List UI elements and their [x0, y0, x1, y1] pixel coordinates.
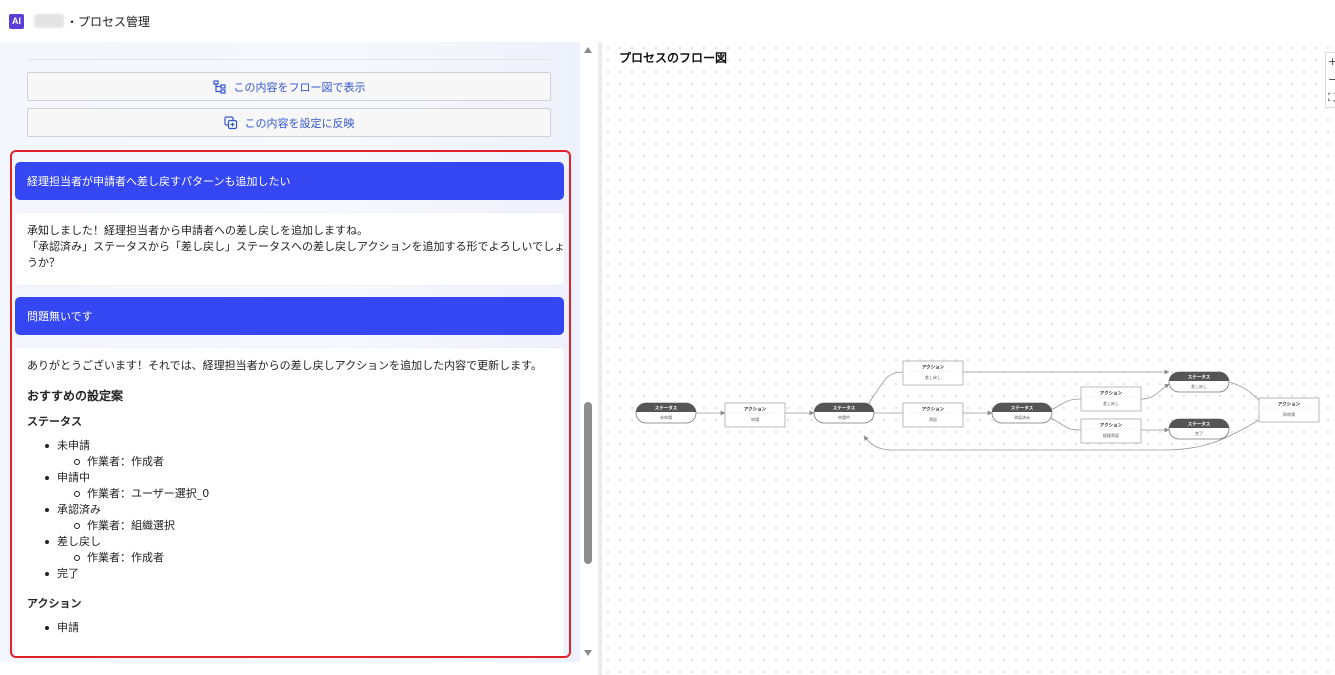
status-name: 差し戻し — [57, 535, 101, 548]
apply-settings-label: この内容を設定に反映 — [244, 116, 355, 130]
status-node-label: 申請中 — [838, 414, 850, 420]
action-node-label: 再申請 — [1283, 411, 1295, 417]
flow-edge — [1050, 398, 1082, 411]
status-node-header: ステータス — [833, 405, 856, 412]
copy-plus-icon — [223, 115, 238, 130]
chat-panel: この内容をフロー図で表示 この内容を設定に反映 経理担当者が申請者へ差し戻すパタ… — [0, 42, 580, 662]
status-list: 未申請 作業者：作成者 申請中 作業者：ユーザー選択_0 承認済み 作業者：組織… — [27, 438, 552, 582]
status-node[interactable]: ステータス完了 — [1168, 418, 1230, 440]
status-node-header: ステータス — [1011, 405, 1034, 412]
app-header: AI ・プロセス管理 — [0, 0, 1335, 42]
status-node[interactable]: ステータス承認済み — [991, 402, 1053, 424]
action-node-label: 差し戻し — [1103, 400, 1119, 406]
action-node-header: アクション — [922, 406, 945, 413]
status-node-label: 差し戻し — [1191, 383, 1207, 389]
status-item: 完了 — [45, 566, 552, 582]
status-node-header: ステータス — [1188, 421, 1211, 428]
chat-scrollbar[interactable] — [580, 42, 596, 662]
scroll-down-arrow-icon[interactable] — [584, 650, 592, 656]
status-node-header: ステータス — [655, 405, 678, 412]
blurred-app-name — [34, 14, 64, 28]
show-flow-button[interactable]: この内容をフロー図で表示 — [27, 72, 551, 101]
action-node[interactable]: アクション申請 — [724, 402, 786, 428]
action-heading: アクション — [27, 597, 82, 610]
status-name: 完了 — [57, 567, 79, 580]
status-name: 未申請 — [57, 439, 90, 452]
action-node-header: アクション — [1100, 422, 1123, 429]
status-item: 差し戻し — [45, 534, 552, 550]
status-name: 申請中 — [57, 471, 90, 484]
action-node[interactable]: アクション再申請 — [1258, 397, 1320, 423]
action-node-label: 申請 — [751, 416, 759, 422]
action-item: 申請 — [45, 620, 552, 636]
flow-edge — [866, 371, 904, 407]
status-node[interactable]: ステータス未申請 — [635, 402, 697, 424]
flow-chart-icon — [212, 79, 227, 94]
action-node-label: 経理承認 — [1103, 432, 1119, 438]
action-node-header: アクション — [1278, 401, 1301, 408]
show-flow-label: この内容をフロー図で表示 — [233, 80, 366, 94]
assistant-message: ありがとうございます！それでは、経理担当者からの差し戻しアクションを追加した内容… — [15, 348, 564, 656]
status-heading: ステータス — [27, 415, 82, 428]
action-node-header: アクション — [744, 406, 767, 413]
status-worker: 作業者：ユーザー選択_0 — [45, 486, 552, 502]
assistant-message: 承知しました！経理担当者から申請者への差し戻しを追加しますね。 「承認済み」ステ… — [15, 213, 566, 285]
status-worker: 作業者：作成者 — [45, 550, 552, 566]
action-name: 申請 — [57, 621, 79, 634]
action-list: 申請 — [27, 620, 552, 636]
status-node-header: ステータス — [1188, 374, 1211, 381]
status-worker: 作業者：作成者 — [45, 454, 552, 470]
status-node-label: 未申請 — [660, 414, 672, 420]
flow-panel: プロセスのフロー図 + − ⛶ ステータス 未申請 アクション 申請 ステータス… — [602, 42, 1335, 675]
message-line: 承知しました！経理担当者から申請者への差し戻しを追加しますね。 — [27, 224, 368, 237]
flow-edge — [1229, 381, 1260, 401]
conversation-highlight: 経理担当者が申請者へ差し戻すパターンも追加したい 承知しました！経理担当者から申… — [10, 150, 571, 658]
user-message: 問題無いです — [15, 297, 564, 335]
message-line: うか？ — [27, 256, 60, 269]
action-node[interactable]: アクション経理承認 — [1080, 418, 1142, 444]
status-name: 承認済み — [57, 503, 101, 516]
status-node[interactable]: ステータス申請中 — [813, 402, 875, 424]
action-node-header: アクション — [1100, 390, 1123, 397]
status-item: 未申請 — [45, 438, 552, 454]
app-logo: AI — [9, 13, 24, 29]
flow-edge — [1050, 417, 1082, 431]
status-item: 申請中 — [45, 470, 552, 486]
status-item: 承認済み — [45, 502, 552, 518]
divider — [27, 59, 551, 60]
user-message: 経理担当者が申請者へ差し戻すパターンも追加したい — [15, 162, 564, 200]
action-node-label: 差し戻し — [925, 374, 941, 380]
action-node[interactable]: アクション承認 — [902, 402, 964, 428]
status-node[interactable]: ステータス差し戻し — [1168, 371, 1230, 393]
action-node[interactable]: アクション差し戻し — [902, 360, 964, 386]
recommendation-heading: おすすめの設定案 — [27, 389, 124, 403]
app-title: ・プロセス管理 — [66, 14, 151, 29]
flow-edge — [1140, 383, 1170, 400]
apply-settings-button[interactable]: この内容を設定に反映 — [27, 108, 551, 137]
action-node-header: アクション — [922, 364, 945, 371]
message-line: ありがとうございます！それでは、経理担当者からの差し戻しアクションを追加した内容… — [27, 359, 543, 372]
scroll-up-arrow-icon[interactable] — [584, 47, 592, 53]
message-line: 「承認済み」ステータスから「差し戻し」ステータスへの差し戻しアクションを追加する… — [27, 240, 566, 253]
action-node[interactable]: アクション差し戻し — [1080, 386, 1142, 412]
status-node-label: 承認済み — [1014, 414, 1030, 420]
scroll-thumb[interactable] — [584, 402, 592, 564]
status-node-label: 完了 — [1195, 430, 1203, 436]
status-worker: 作業者：組織選択 — [45, 518, 552, 534]
action-node-label: 承認 — [929, 416, 937, 422]
flow-diagram: ステータス未申請アクション申請ステータス申請中アクション差し戻しアクション承認ス… — [635, 360, 1320, 451]
